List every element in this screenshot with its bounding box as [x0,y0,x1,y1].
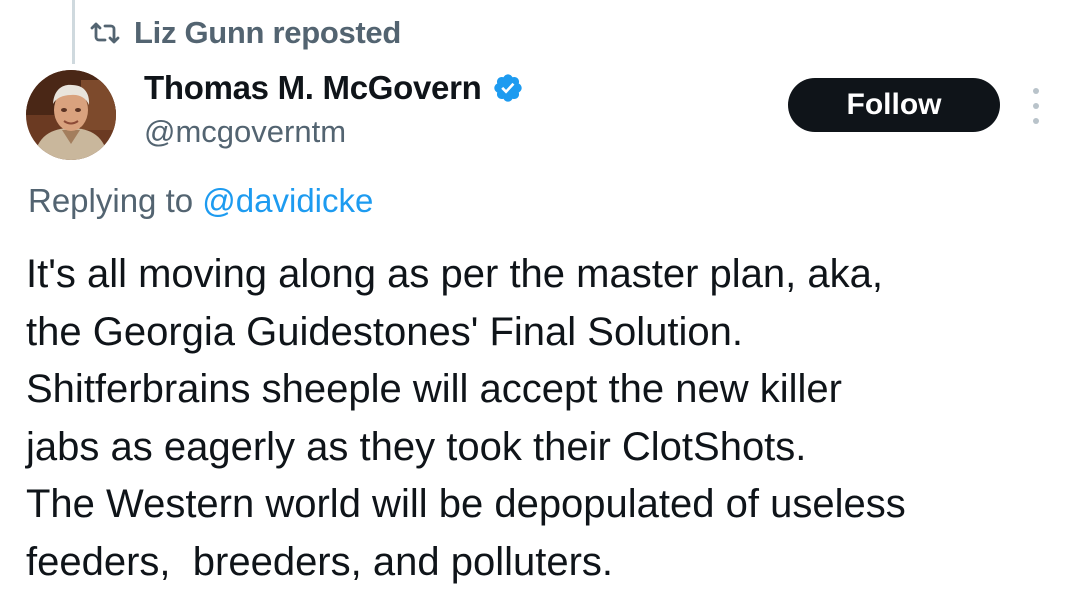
user-handle[interactable]: @mcgoverntm [144,114,524,150]
author-info[interactable]: Thomas M. McGovern @mcgoverntm [144,68,524,150]
tweet-line: feeders, breeders, and polluters. [26,539,614,584]
thread-connector-line [72,0,75,64]
repost-context[interactable]: Liz Gunn reposted [90,14,401,52]
more-vertical-icon[interactable] [1024,88,1048,124]
display-name[interactable]: Thomas M. McGovern [144,69,482,107]
display-name-row: Thomas M. McGovern [144,68,524,108]
tweet-line: The Western world will be depopulated of… [26,482,906,526]
avatar[interactable] [26,70,116,160]
replying-to-label: Replying to [28,182,194,219]
follow-button[interactable]: Follow [788,78,1000,132]
replying-to: Replying to @davidicke [28,182,373,220]
tweet-line: Shitferbrains sheeple will accept the ne… [26,367,842,411]
tweet-text: It's all moving along as per the master … [26,246,1066,591]
repost-label: Liz Gunn reposted [134,15,402,50]
tweet-line: It's all moving along as per the master … [26,252,883,296]
verified-badge-icon [492,72,524,104]
tweet-line: the Georgia Guidestones' Final Solution. [26,309,743,354]
tweet-line: jabs as eagerly as they took their ClotS… [26,424,807,469]
reply-mention-link[interactable]: @davidicke [202,182,373,219]
repost-icon [90,21,120,45]
